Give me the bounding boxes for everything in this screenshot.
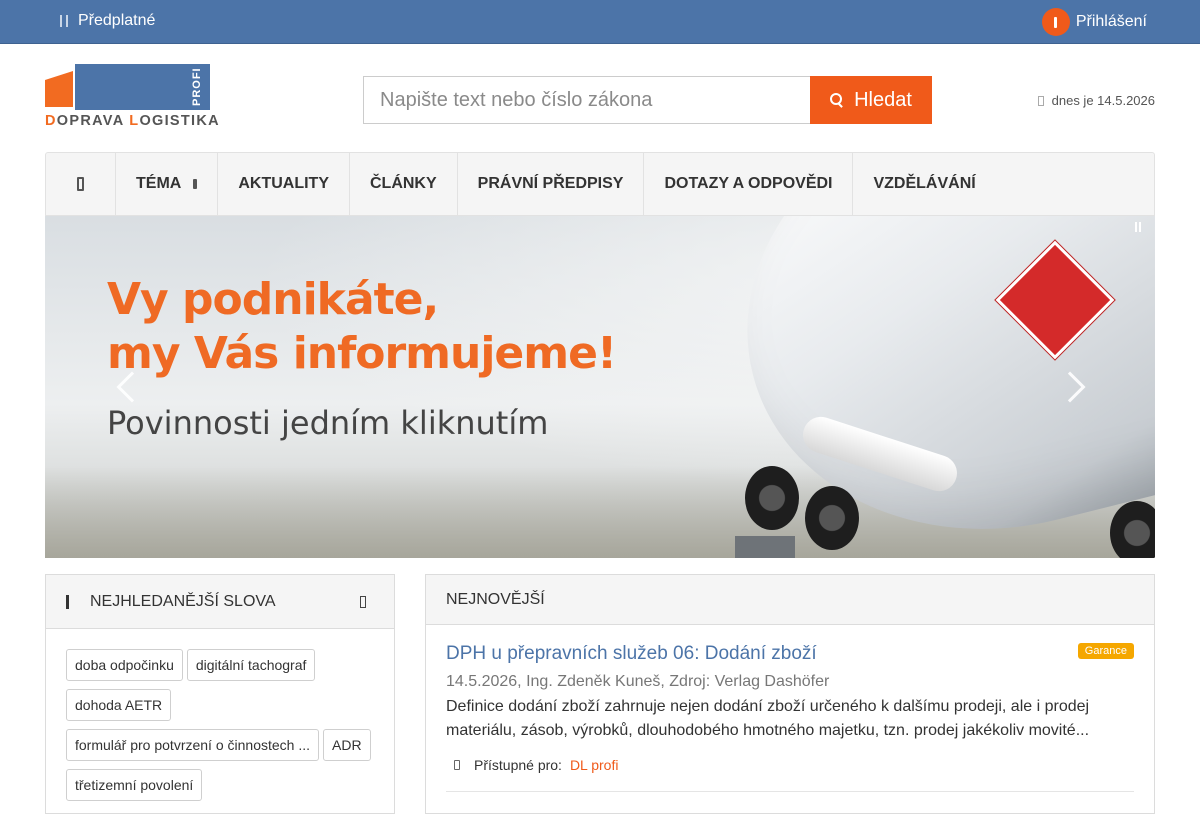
latest-title: NEJNOVĚJŠÍ xyxy=(446,590,545,608)
login-link[interactable]: Přihlášení xyxy=(1041,8,1147,36)
logo-letter-l: L xyxy=(129,113,140,129)
article-title-link[interactable]: DPH u přepravních služeb 06: Dodání zbož… xyxy=(446,643,1134,665)
today-label: dnes je 14.5.2026 xyxy=(1051,93,1155,108)
nav-item-label: TÉMA xyxy=(136,175,182,192)
search-icon xyxy=(66,594,74,609)
article-access: Přístupné pro: DL profi xyxy=(446,757,1134,773)
keyword-tag[interactable]: třetizemní povolení xyxy=(66,769,203,801)
divider xyxy=(446,791,1134,792)
search-icon xyxy=(830,93,843,107)
logo-orange-shape xyxy=(45,71,73,107)
calendar-icon xyxy=(1037,95,1044,106)
keyword-tag[interactable]: ADR xyxy=(323,729,371,761)
nav-item-tema[interactable]: TÉMA xyxy=(116,153,219,215)
hero-carousel[interactable]: Vy podnikáte, my Vás informujeme! Povinn… xyxy=(45,216,1155,558)
article-meta: 14.5.2026, Ing. Zdeněk Kuneš, Zdroj: Ver… xyxy=(446,673,830,690)
logo-profi-text: PROFI xyxy=(191,67,203,106)
keyword-tag[interactable]: dohoda AETR xyxy=(66,689,172,721)
nav-item-label: AKTUALITY xyxy=(238,175,329,192)
subscription-link[interactable]: Předplatné xyxy=(60,12,155,30)
nav-item-label: PRÁVNÍ PŘEDPISY xyxy=(477,175,624,192)
search-button-label: Hledat xyxy=(854,88,912,111)
search-button[interactable]: Hledat xyxy=(810,76,932,124)
nav-item-vzdelavani[interactable]: VZDĚLÁVÁNÍ xyxy=(853,153,995,215)
banner-wheel xyxy=(805,486,859,550)
nav-home[interactable] xyxy=(46,153,116,215)
login-label: Přihlášení xyxy=(1075,13,1147,30)
top-bar: Předplatné Přihlášení xyxy=(0,0,1200,44)
nav-item-label: VZDĚLÁVÁNÍ xyxy=(873,175,976,192)
site-logo[interactable]: PROFI DOPRAVA LOGISTIKA xyxy=(45,64,219,130)
panel-toggle-icon[interactable] xyxy=(360,595,366,608)
nav-item-aktuality[interactable]: AKTUALITY xyxy=(218,153,350,215)
latest-panel-header: NEJNOVĚJŠÍ xyxy=(426,575,1154,625)
banner-truck-cab xyxy=(735,536,795,558)
today-date: dnes je 14.5.2026 xyxy=(1037,93,1155,108)
banner-wheel xyxy=(745,466,799,530)
home-icon xyxy=(77,177,84,191)
main-nav: TÉMA AKTUALITY ČLÁNKY PRÁVNÍ PŘEDPISY DO… xyxy=(45,152,1155,216)
nav-item-dotazy[interactable]: DOTAZY A ODPOVĚDI xyxy=(644,153,854,215)
subscription-icon xyxy=(60,15,68,27)
access-link[interactable]: DL profi xyxy=(570,757,619,773)
keyword-tags: doba odpočinku digitální tachograf dohod… xyxy=(46,629,394,801)
caret-down-icon xyxy=(193,179,198,189)
keywords-panel: NEJHLEDANĚJŠÍ SLOVA doba odpočinku digit… xyxy=(45,574,395,814)
latest-panel: NEJNOVĚJŠÍ DPH u přepravních služeb 06: … xyxy=(425,574,1155,814)
banner-headline-1: Vy podnikáte, xyxy=(107,274,439,325)
carousel-pause-icon[interactable] xyxy=(1135,222,1141,232)
nav-item-label: ČLÁNKY xyxy=(369,175,437,192)
nav-item-label: DOTAZY A ODPOVĚDI xyxy=(664,175,833,192)
logo-brand-text: DOPRAVA LOGISTIKA xyxy=(45,113,220,129)
keyword-tag[interactable]: formulář pro potvrzení o činnostech ... xyxy=(66,729,319,761)
logo-blue-shape xyxy=(75,64,210,110)
lock-icon xyxy=(454,760,460,770)
nav-item-clanky[interactable]: ČLÁNKY xyxy=(350,153,458,215)
logo-letter-d: D xyxy=(45,113,57,129)
keywords-title: NEJHLEDANĚJŠÍ SLOVA xyxy=(90,592,276,610)
article-item: DPH u přepravních služeb 06: Dodání zbož… xyxy=(426,625,1154,792)
access-label: Přístupné pro: xyxy=(474,757,562,773)
keyword-tag[interactable]: doba odpočinku xyxy=(66,649,183,681)
guarantee-badge: Garance xyxy=(1077,643,1134,659)
logo-word-1: OPRAVA xyxy=(56,113,130,129)
logo-word-2: OGISTIKA xyxy=(139,113,220,129)
search-input[interactable] xyxy=(363,76,810,124)
keyword-tag[interactable]: digitální tachograf xyxy=(186,649,316,681)
subscription-label: Předplatné xyxy=(78,12,156,29)
user-icon xyxy=(1041,8,1070,36)
keywords-panel-header: NEJHLEDANĚJŠÍ SLOVA xyxy=(46,575,394,629)
nav-item-pravni-predpisy[interactable]: PRÁVNÍ PŘEDPISY xyxy=(458,153,645,215)
banner-subline: Povinnosti jedním kliknutím xyxy=(107,404,549,442)
banner-headline-2: my Vás informujeme! xyxy=(107,328,617,379)
article-description: Definice dodání zboží zahrnuje nejen dod… xyxy=(446,698,1090,739)
